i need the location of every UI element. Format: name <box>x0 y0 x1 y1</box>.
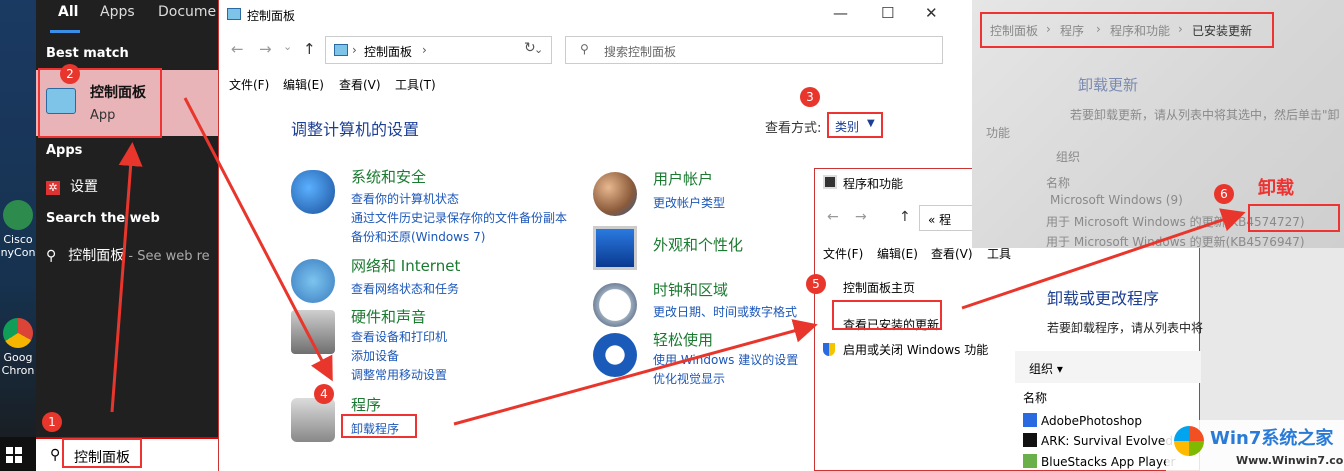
watermark-url: Www.Winwin7.com <box>1236 454 1344 467</box>
step-marker-4: 4 <box>314 384 334 404</box>
arrow-result-to-programs <box>183 97 333 382</box>
arrow-updates-to-kb <box>961 208 1246 310</box>
step-marker-1: 1 <box>42 412 62 432</box>
watermark-logo: Win7系统之家 Www.Winwin7.com <box>1166 420 1344 471</box>
step-marker-5: 5 <box>806 274 826 294</box>
watermark-brand: Win7系统之家 <box>1210 428 1334 449</box>
annotation-arrows <box>110 97 1246 426</box>
step-marker-3: 3 <box>800 87 820 107</box>
step-marker-6: 6 <box>1214 184 1234 204</box>
windows-logo-icon <box>1174 426 1204 456</box>
arrow-uninstall-to-updates <box>453 319 818 426</box>
arrow-search-to-result <box>110 142 143 413</box>
step-marker-2: 2 <box>60 64 80 84</box>
